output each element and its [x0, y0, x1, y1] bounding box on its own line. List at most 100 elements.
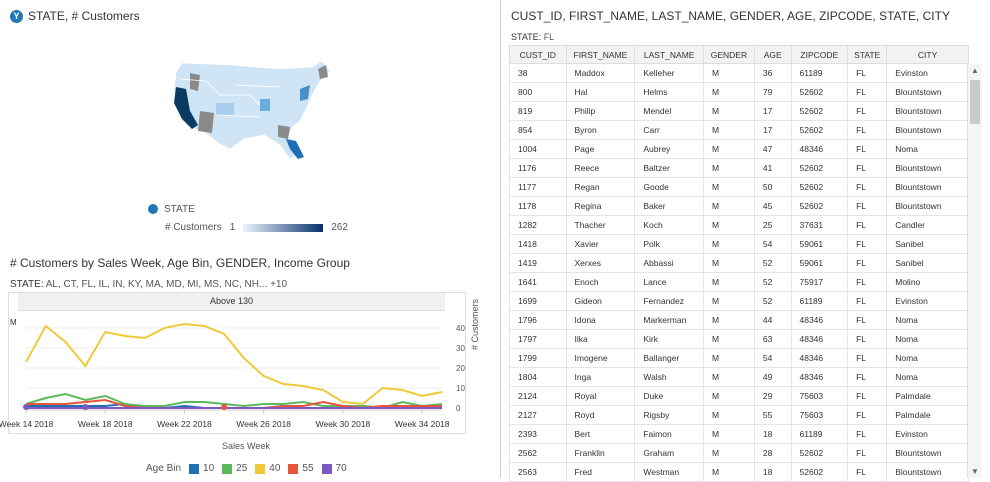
column-header-city[interactable]: CITY: [886, 45, 969, 64]
table-cell-state: FL: [847, 405, 888, 425]
table-cell-city: Blountstown: [886, 462, 969, 482]
table-row[interactable]: 1641 Enoch Lance M 52 75917 FL Molino: [509, 272, 969, 292]
table-cell-last-name: Baltzer: [634, 158, 704, 178]
table-cell-last-name: Rigsby: [634, 405, 704, 425]
table-cell-last-name: Ballanger: [634, 348, 704, 368]
table-row[interactable]: 854 Byron Carr M 17 52602 FL Blountstown: [509, 120, 969, 140]
state-ks[interactable]: [216, 103, 234, 115]
column-header-zipcode[interactable]: ZIPCODE: [790, 45, 849, 64]
legend-item-25[interactable]: 25: [222, 463, 247, 474]
table-row[interactable]: 1004 Page Aubrey M 47 48346 FL Noma: [509, 139, 969, 159]
table-cell-zipcode: 52602: [790, 82, 849, 102]
table-row[interactable]: 1176 Reece Baltzer M 41 52602 FL Blountstown: [509, 158, 969, 178]
x-tick-label: Week 34 2018: [395, 419, 450, 429]
table-cell-gender: M: [703, 196, 755, 216]
state-ga[interactable]: [278, 125, 290, 139]
table-cell-gender: M: [703, 329, 755, 349]
table-row[interactable]: 1418 Xavier Polk M 54 59061 FL Sanibel: [509, 234, 969, 254]
table-row[interactable]: 1796 Idona Markerman M 44 48346 FL Noma: [509, 310, 969, 330]
column-header-cust-id[interactable]: CUST_ID: [509, 45, 567, 64]
funnel-icon[interactable]: Y: [10, 9, 23, 23]
table-cell-state: FL: [847, 253, 888, 273]
table-row[interactable]: 38 Maddox Kelleher M 36 61189 FL Evinston: [509, 63, 969, 83]
table-cell-city: Noma: [886, 348, 969, 368]
table-row[interactable]: 1799 Imogene Ballanger M 54 48346 FL Noma: [509, 348, 969, 368]
table-cell-gender: M: [703, 82, 755, 102]
table-cell-cust-id: 1641: [509, 272, 567, 292]
table-cell-city: Blountstown: [886, 443, 969, 463]
table-row[interactable]: 1282 Thacher Koch M 25 37631 FL Candler: [509, 215, 969, 235]
state-nm[interactable]: [198, 111, 214, 133]
table-cell-gender: M: [703, 291, 755, 311]
y-tick-label: 0: [456, 404, 461, 413]
left-panel: Y STATE, # Customers STATE # Customers 1…: [0, 0, 500, 478]
table-row[interactable]: 1797 Ilka Kirk M 63 48346 FL Noma: [509, 329, 969, 349]
map-legend-label: STATE: [164, 204, 195, 215]
table-cell-last-name: Goode: [634, 177, 704, 197]
legend-item-55[interactable]: 55: [288, 463, 314, 474]
table-cell-age: 52: [753, 272, 792, 292]
scroll-up-icon[interactable]: ▲: [970, 66, 980, 75]
table-row[interactable]: 2393 Bert Faimon M 18 61189 FL Evinston: [509, 424, 969, 444]
table-row[interactable]: 1699 Gideon Fernandez M 52 61189 FL Evinston: [509, 291, 969, 311]
line-chart-title: # Customers by Sales Week, Age Bin, GEND…: [10, 256, 350, 270]
table-cell-age: 36: [753, 63, 792, 83]
table-cell-last-name: Walsh: [634, 367, 704, 387]
table-cell-zipcode: 48346: [790, 329, 849, 349]
legend-item-10[interactable]: 10: [189, 463, 214, 474]
table-row[interactable]: 2563 Fred Westman M 18 52602 FL Blountstown: [509, 462, 969, 482]
table-row[interactable]: 2127 Royd Rigsby M 55 75603 FL Palmdale: [509, 405, 969, 425]
column-header-age[interactable]: AGE: [753, 45, 792, 64]
table-cell-gender: M: [703, 405, 755, 425]
table-cell-zipcode: 52602: [790, 462, 849, 482]
table-row[interactable]: 2124 Royal Duke M 29 75603 FL Palmdale: [509, 386, 969, 406]
table-cell-zipcode: 59061: [790, 253, 849, 273]
legend-item-70[interactable]: 70: [321, 463, 347, 474]
line-chart-filter[interactable]: STATE: AL, CT, FL, IL, IN, KY, MA, MD, M…: [10, 279, 287, 290]
table-cell-gender: M: [703, 158, 755, 178]
table-cell-zipcode: 52602: [790, 177, 849, 197]
table-row[interactable]: 819 Philip Mendel M 17 52602 FL Blountstown: [509, 101, 969, 121]
scroll-thumb[interactable]: [970, 80, 980, 124]
us-map-svg[interactable]: [160, 55, 340, 165]
line-chart[interactable]: 0 10 20 30 40 Week 14 2018 Week 18 2018 Week 22…: [0, 310, 470, 440]
us-map[interactable]: [160, 55, 340, 165]
table-row[interactable]: 1419 Xerxes Abbassi M 52 59061 FL Sanibel: [509, 253, 969, 273]
table-cell-cust-id: 2563: [509, 462, 567, 482]
y-tick-label: 10: [456, 384, 465, 393]
table-cell-gender: M: [703, 101, 755, 121]
table-cell-gender: M: [703, 120, 755, 140]
table-cell-gender: M: [703, 424, 755, 444]
series-line-40[interactable]: [25, 322, 443, 406]
column-header-state[interactable]: STATE: [847, 45, 888, 64]
table-cell-gender: M: [703, 272, 755, 292]
table-filter[interactable]: STATE: FL: [511, 32, 554, 42]
column-header-last-name[interactable]: LAST_NAME: [634, 45, 704, 64]
column-header-first-name[interactable]: FIRST_NAME: [565, 45, 636, 64]
scroll-down-icon[interactable]: ▼: [970, 467, 980, 476]
table-row[interactable]: 800 Hal Helms M 79 52602 FL Blountstown: [509, 82, 969, 102]
table-row[interactable]: 1177 Regan Goode M 50 52602 FL Blountstown: [509, 177, 969, 197]
table-cell-last-name: Faimon: [634, 424, 704, 444]
table-row[interactable]: 1804 Inga Walsh M 49 48346 FL Noma: [509, 367, 969, 387]
state-in[interactable]: [260, 99, 270, 111]
table-row[interactable]: 2562 Franklin Graham M 28 52602 FL Blountstown: [509, 443, 969, 463]
customer-table[interactable]: CUST_ID FIRST_NAME LAST_NAME GENDER AGE ZIPCO…: [509, 45, 969, 482]
table-cell-gender: M: [703, 215, 755, 235]
table-cell-zipcode: 75603: [790, 405, 849, 425]
table-cell-cust-id: 1418: [509, 234, 567, 254]
table-cell-state: FL: [847, 386, 888, 406]
table-cell-first-name: Gideon: [565, 291, 636, 311]
column-header-gender[interactable]: GENDER: [703, 45, 755, 64]
table-cell-zipcode: 52602: [790, 443, 849, 463]
table-cell-city: Blountstown: [886, 177, 969, 197]
table-cell-last-name: Westman: [634, 462, 704, 482]
table-scrollbar[interactable]: ▲ ▼: [967, 64, 982, 478]
table-cell-zipcode: 75603: [790, 386, 849, 406]
table-cell-cust-id: 2562: [509, 443, 567, 463]
table-cell-last-name: Koch: [634, 215, 704, 235]
table-row[interactable]: 1178 Regina Baker M 45 52602 FL Blountstown: [509, 196, 969, 216]
legend-item-40[interactable]: 40: [255, 463, 280, 474]
table-cell-cust-id: 2393: [509, 424, 567, 444]
legend-label: 40: [269, 463, 281, 474]
